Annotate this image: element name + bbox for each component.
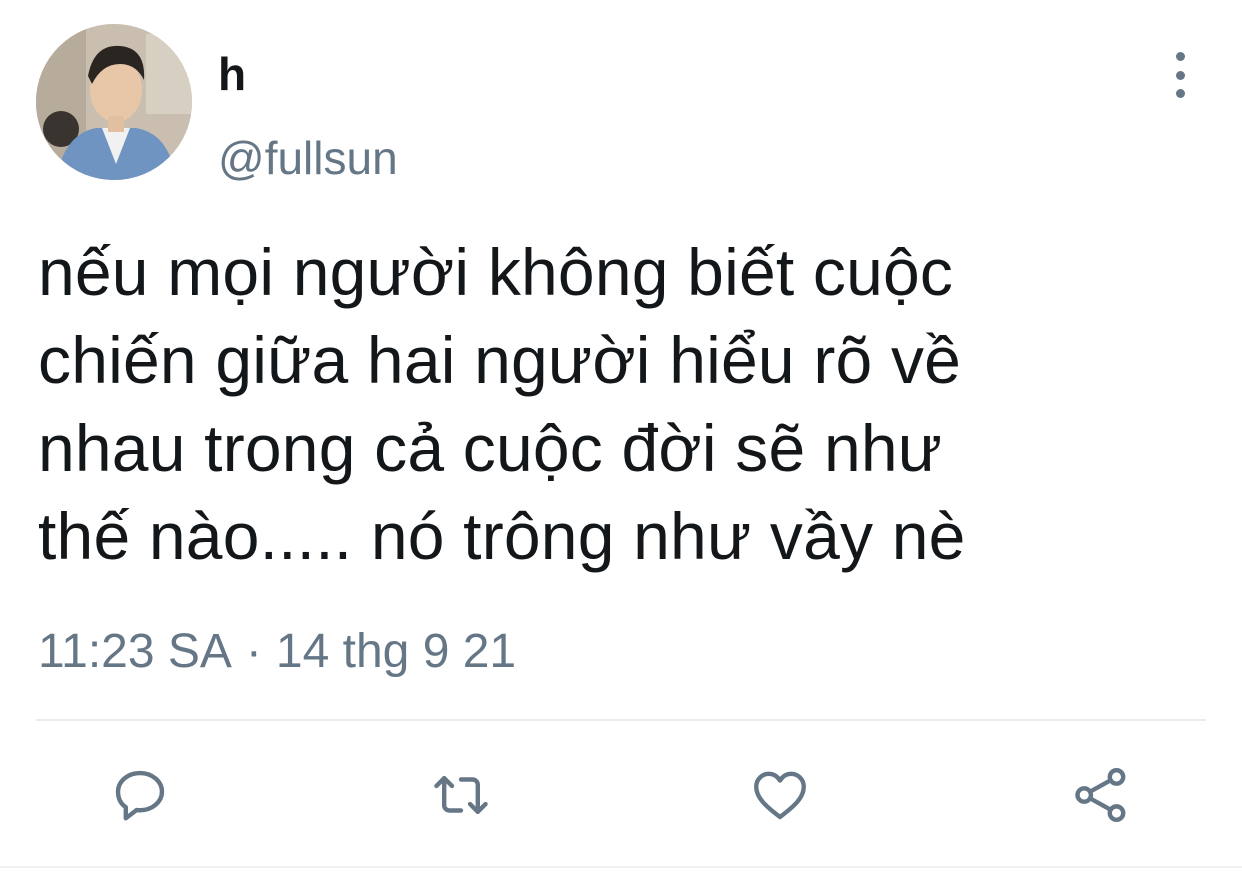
reply-button[interactable] <box>105 760 175 830</box>
tweet-text: nếu mọi người không biết cuộc chiến giữa… <box>38 235 966 573</box>
retweet-button[interactable] <box>426 760 496 830</box>
divider <box>36 719 1206 721</box>
share-icon <box>1075 768 1126 822</box>
tweet-time: 11:23 SA <box>38 625 232 678</box>
tweet-timestamp[interactable]: 11:23 SA · 14 thg 9 21 <box>38 622 516 682</box>
more-vertical-icon <box>1175 52 1185 61</box>
more-vertical-icon-dot <box>1175 70 1185 80</box>
reply-icon <box>115 770 165 821</box>
display-name[interactable]: h <box>218 46 246 102</box>
like-button[interactable] <box>745 760 815 830</box>
retweet-icon <box>434 776 488 814</box>
heart-icon <box>754 771 806 820</box>
action-bar <box>0 760 1242 830</box>
avatar-image <box>36 24 192 180</box>
more-options-button[interactable] <box>1160 52 1200 98</box>
tweet-date: 14 thg 9 21 <box>275 625 517 678</box>
more-vertical-icon-dot <box>1175 89 1185 98</box>
user-handle[interactable]: @fullsun <box>218 130 398 186</box>
tweet-card: h @fullsun nếu mọi người không biết cuộc… <box>0 0 1242 885</box>
meta-separator: · <box>245 625 262 678</box>
share-button[interactable] <box>1066 760 1136 830</box>
bottom-border <box>0 866 1242 868</box>
avatar[interactable] <box>36 24 192 180</box>
